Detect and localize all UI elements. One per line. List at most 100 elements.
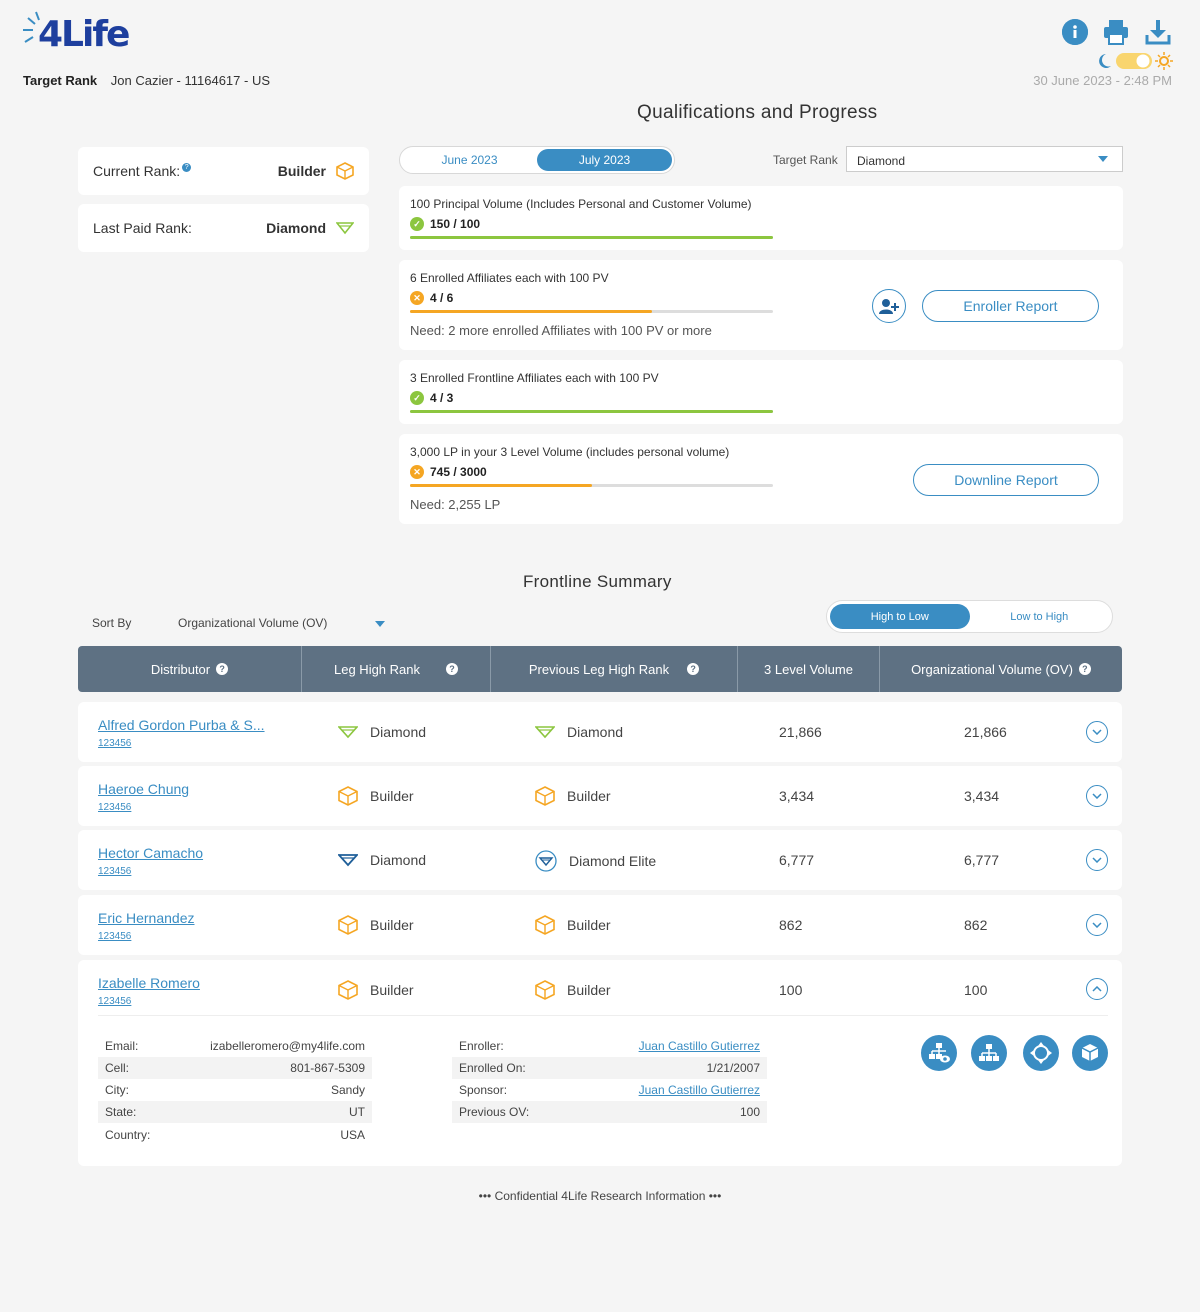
last-paid-rank-card: Last Paid Rank: Diamond [78, 204, 369, 252]
distributor-name[interactable]: Hector Camacho [98, 845, 203, 861]
add-user-icon [879, 299, 899, 314]
sponsor-link[interactable]: Juan Castillo Gutierrez [639, 1083, 760, 1097]
col-3-level-volume[interactable]: 3 Level Volume [738, 646, 880, 692]
detail-value: 1/21/2007 [706, 1061, 760, 1075]
order-high-to-low[interactable]: High to Low [830, 604, 970, 629]
chevron-down-icon[interactable] [375, 621, 385, 627]
info-button[interactable] [1062, 19, 1088, 45]
focus-button[interactable] [1023, 1035, 1059, 1071]
detail-key: Enrolled On: [459, 1061, 526, 1075]
distributor-name[interactable]: Eric Hernandez [98, 910, 195, 926]
distributor-name[interactable]: Haeroe Chung [98, 781, 189, 797]
distributor-id[interactable]: 123456 [98, 996, 131, 1007]
detail-row: Sponsor: Juan Castillo Gutierrez [452, 1079, 767, 1101]
expand-row-button[interactable] [1086, 785, 1108, 807]
last-paid-label: Last Paid Rank: [93, 220, 192, 236]
add-affiliate-button[interactable] [872, 289, 906, 323]
collapse-row-button[interactable] [1086, 978, 1108, 1000]
col-leg-high-rank[interactable]: Leg High Rank? [302, 646, 491, 692]
current-rank-value: Builder [277, 163, 326, 179]
month-july[interactable]: July 2023 [537, 149, 672, 171]
col-ov[interactable]: Organizational Volume (OV)? [880, 646, 1122, 692]
leg-high-rank: Builder [370, 788, 414, 804]
view-tree-button[interactable] [921, 1035, 957, 1071]
chevron-down-icon [1092, 729, 1102, 735]
qualification-card: 3 Enrolled Frontline Affiliates each wit… [399, 360, 1123, 424]
target-rank-header: Target Rank Jon Cazier - 11164617 - US [23, 73, 270, 88]
order-low-to-high[interactable]: Low to High [970, 604, 1110, 629]
frontline-title: Frontline Summary [523, 572, 672, 591]
enroller-link[interactable]: Juan Castillo Gutierrez [639, 1039, 760, 1053]
help-icon[interactable]: ? [182, 163, 192, 172]
downline-report-button[interactable]: Downline Report [913, 464, 1099, 496]
builder-cube-icon [535, 786, 555, 806]
qualification-value: 4 / 3 [430, 391, 454, 405]
theme-toggle[interactable] [1096, 52, 1176, 70]
table-row[interactable]: Eric Hernandez 123456 Builder Builder 86… [78, 895, 1122, 955]
brand-logo[interactable]: 4Life [22, 10, 132, 58]
chevron-down-icon [1092, 793, 1102, 799]
detail-key: Sponsor: [459, 1083, 508, 1097]
chevron-down-icon [1092, 857, 1102, 863]
help-icon[interactable]: ? [1078, 663, 1091, 675]
enroller-report-button[interactable]: Enroller Report [922, 290, 1099, 322]
expand-row-button[interactable] [1086, 721, 1108, 743]
three-level-volume: 3,434 [779, 788, 815, 804]
col-prev-leg-high-rank[interactable]: Previous Leg High Rank? [491, 646, 738, 692]
sort-select[interactable]: Organizational Volume (OV) [178, 616, 327, 630]
qualification-need: Need: 2,255 LP [410, 497, 501, 512]
organization-chart-button[interactable] [971, 1035, 1007, 1071]
month-switcher: June 2023 July 2023 [399, 146, 675, 174]
detail-row: Cell: 801-867-5309 [98, 1057, 372, 1079]
progress-bar [410, 484, 773, 487]
target-rank-select[interactable]: Diamond [846, 146, 1123, 172]
expand-row-button[interactable] [1086, 914, 1108, 936]
qualification-value: 150 / 100 [430, 217, 481, 231]
sort-label: Sort By [92, 616, 132, 630]
progress-bar [410, 310, 773, 313]
progress-bar [410, 236, 773, 239]
detail-key: Country: [105, 1128, 151, 1142]
table-row-expanded[interactable]: Izabelle Romero 123456 Builder Builder 1… [78, 960, 1122, 1166]
diamond-green-icon [535, 726, 555, 739]
distributor-id[interactable]: 123456 [98, 738, 131, 749]
distributor-id[interactable]: 123456 [98, 931, 131, 942]
expand-row-button[interactable] [1086, 849, 1108, 871]
col-label: Leg High Rank [334, 661, 420, 677]
distributor-name[interactable]: Izabelle Romero [98, 975, 200, 991]
diamond-green-icon [338, 726, 358, 739]
help-icon[interactable]: ? [446, 663, 458, 675]
sun-icon [1159, 56, 1169, 66]
builder-cube-icon [338, 980, 358, 1000]
leg-high-rank: Diamond [370, 724, 427, 740]
detail-key: Cell: [105, 1061, 130, 1075]
detail-value: UT [349, 1105, 365, 1119]
detail-value: USA [340, 1128, 365, 1142]
product-button[interactable] [1072, 1035, 1108, 1071]
table-row[interactable]: Alfred Gordon Purba & S... 123456 Diamon… [78, 702, 1122, 762]
prev-leg-high-rank: Builder [567, 917, 611, 933]
x-icon: ✕ [410, 291, 424, 305]
col-label: Distributor [150, 661, 211, 677]
qualifications-title: Qualifications and Progress [637, 102, 878, 123]
print-button[interactable] [1103, 19, 1129, 45]
diamond-elite-icon [535, 850, 557, 872]
qualification-card: 3,000 LP in your 3 Level Volume (include… [399, 434, 1123, 524]
month-june[interactable]: June 2023 [402, 149, 537, 171]
qualification-need: Need: 2 more enrolled Affiliates with 10… [410, 323, 712, 338]
help-icon[interactable]: ? [687, 663, 700, 675]
progress-bar [410, 410, 773, 413]
distributor-id[interactable]: 123456 [98, 802, 131, 813]
org-chart-icon [979, 1044, 999, 1061]
col-distributor[interactable]: Distributor? [78, 646, 302, 692]
detail-value: 100 [739, 1105, 760, 1119]
member-info: Jon Cazier - 11164617 - US [110, 73, 271, 88]
help-icon[interactable]: ? [216, 663, 229, 675]
distributor-name[interactable]: Alfred Gordon Purba & S... [98, 717, 265, 733]
download-button[interactable] [1145, 19, 1171, 45]
qualification-title: 3,000 LP in your 3 Level Volume (include… [410, 445, 730, 459]
table-row[interactable]: Haeroe Chung 123456 Builder Builder 3,43… [78, 766, 1122, 826]
distributor-id[interactable]: 123456 [98, 866, 131, 877]
last-paid-value: Diamond [266, 220, 326, 236]
table-row[interactable]: Hector Camacho 123456 Diamond Diamond El… [78, 830, 1122, 890]
